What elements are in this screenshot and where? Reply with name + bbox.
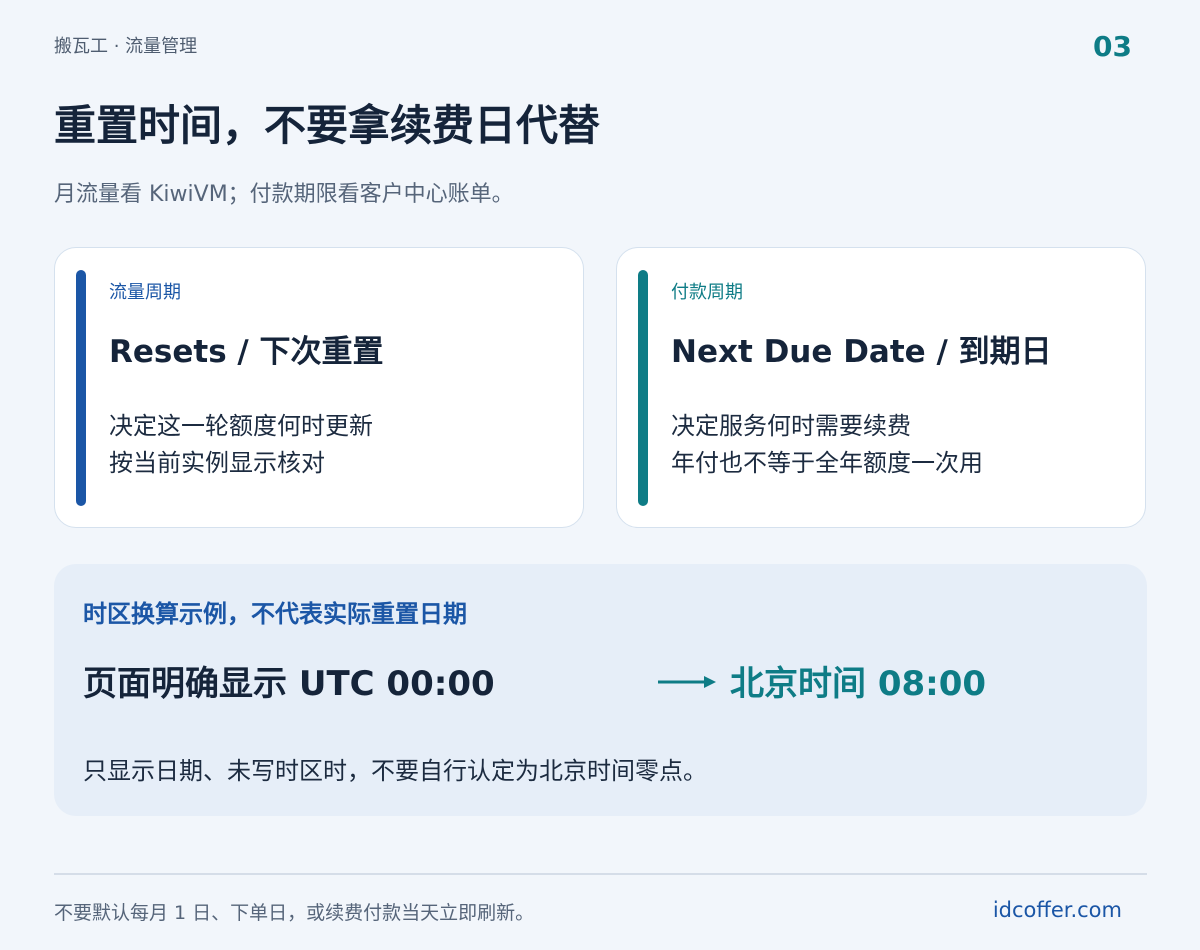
card-heading: Next Due Date / 到期日	[671, 334, 1052, 370]
page-title: 重置时间，不要拿续费日代替	[54, 101, 601, 150]
card-body-line: 按当前实例显示核对	[109, 449, 325, 477]
card-body-line: 决定服务何时需要续费	[671, 412, 911, 440]
breadcrumb: 搬瓦工 · 流量管理	[54, 36, 198, 57]
beijing-time: 北京时间 08:00	[730, 664, 987, 704]
traffic-cycle-card: 流量周期 Resets / 下次重置 决定这一轮额度何时更新 按当前实例显示核对	[54, 247, 584, 528]
panel-note: 只显示日期、未写时区时，不要自行认定为北京时间零点。	[83, 757, 707, 785]
card-heading: Resets / 下次重置	[109, 334, 384, 370]
footer-divider	[54, 873, 1147, 875]
panel-title: 时区换算示例，不代表实际重置日期	[83, 600, 467, 628]
utc-time: 页面明确显示 UTC 00:00	[83, 664, 495, 704]
footer-brand: idcoffer.com	[992, 898, 1122, 922]
payment-cycle-card: 付款周期 Next Due Date / 到期日 决定服务何时需要续费 年付也不…	[616, 247, 1146, 528]
card-label: 流量周期	[109, 282, 181, 303]
card-label: 付款周期	[671, 282, 743, 303]
footer-note: 不要默认每月 1 日、下单日，或续费付款当天立即刷新。	[54, 902, 535, 924]
card-body: 决定这一轮额度何时更新 按当前实例显示核对	[109, 408, 373, 482]
page-subtitle: 月流量看 KiwiVM；付款期限看客户中心账单。	[54, 182, 514, 207]
card-accent-bar	[638, 270, 648, 506]
arrow-right-icon	[658, 676, 716, 688]
card-accent-bar	[76, 270, 86, 506]
page-number: 03	[1093, 30, 1132, 63]
card-body-line: 年付也不等于全年额度一次用	[671, 449, 983, 477]
card-body-line: 决定这一轮额度何时更新	[109, 412, 373, 440]
card-body: 决定服务何时需要续费 年付也不等于全年额度一次用	[671, 408, 983, 482]
timezone-example-panel: 时区换算示例，不代表实际重置日期 页面明确显示 UTC 00:00 北京时间 0…	[54, 564, 1147, 816]
